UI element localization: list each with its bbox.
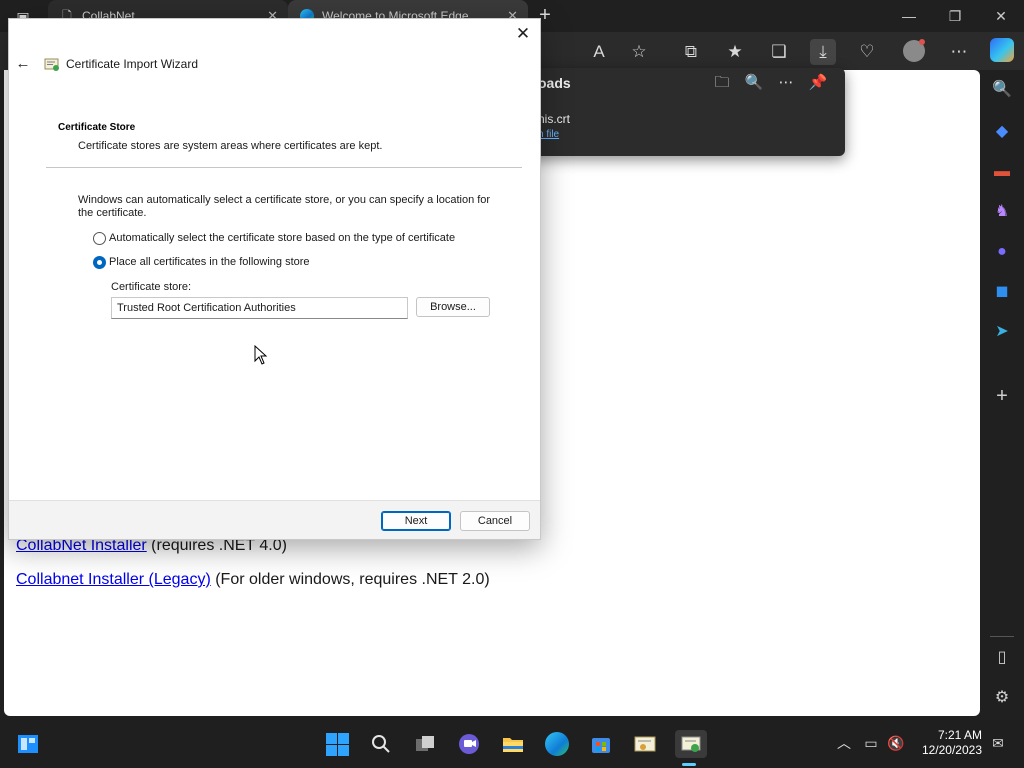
place-in-store-radio[interactable]: [93, 256, 106, 269]
store-description: Windows can automatically select a certi…: [78, 194, 491, 219]
close-window-button[interactable]: ✕: [978, 4, 1024, 28]
shopping-tag-icon[interactable]: ◆: [990, 120, 1014, 144]
active-app-indicator: [682, 763, 696, 766]
store-icon[interactable]: [587, 730, 615, 758]
sidebar-toggle-icon[interactable]: ▯: [990, 646, 1014, 670]
tools-icon[interactable]: ▬: [990, 160, 1014, 184]
open-folder-icon[interactable]: 🗀: [711, 72, 733, 94]
search-icon[interactable]: 🔍: [990, 78, 1014, 102]
task-view-icon[interactable]: [411, 730, 439, 758]
add-icon[interactable]: +: [990, 384, 1014, 408]
edge-icon[interactable]: [543, 730, 571, 758]
split-screen-icon[interactable]: ⧉: [678, 39, 704, 65]
search-downloads-icon[interactable]: 🔍: [743, 72, 765, 94]
collections-icon[interactable]: ❏: [766, 39, 792, 65]
certificate-wizard-icon[interactable]: [675, 730, 707, 758]
wizard-footer: Next Cancel: [9, 500, 540, 539]
search-icon[interactable]: [367, 730, 395, 758]
favorite-star-icon[interactable]: ☆: [626, 39, 652, 65]
page-heading: Certificate Store: [58, 122, 136, 133]
office-icon[interactable]: ●: [990, 240, 1014, 264]
place-in-store-label[interactable]: Place all certificates in the following …: [109, 256, 310, 268]
certificate-store-label: Certificate store:: [111, 281, 192, 293]
send-icon[interactable]: ➤: [990, 320, 1014, 344]
installer-legacy-note: (For older windows, requires .NET 2.0): [210, 571, 490, 588]
chevron-up-icon[interactable]: ︿: [834, 733, 854, 753]
widgets-icon[interactable]: [14, 730, 42, 758]
clock-time: 7:21 AM: [937, 728, 982, 742]
browse-button[interactable]: Browse...: [416, 297, 490, 317]
profile-icon[interactable]: [903, 39, 925, 62]
certificate-store-field[interactable]: Trusted Root Certification Authorities: [111, 297, 408, 319]
certificate-icon: [44, 56, 61, 73]
certificate-icon[interactable]: [631, 730, 659, 758]
outlook-icon[interactable]: ◼: [990, 280, 1014, 304]
clock-date: 12/20/2023: [921, 743, 982, 757]
notification-icon[interactable]: ✉: [988, 733, 1008, 753]
back-arrow-icon[interactable]: ←: [13, 54, 33, 74]
downloads-title: oads: [538, 75, 571, 91]
volume-muted-icon[interactable]: 🔇: [886, 733, 906, 753]
page-subheading: Certificate stores are system areas wher…: [78, 140, 383, 152]
header-divider: [46, 167, 522, 168]
download-file-name: nis.crt: [538, 112, 571, 126]
browser-essentials-icon[interactable]: ♡: [854, 39, 880, 65]
taskbar: ︿ ▭ 🔇 7:21 AM 12/20/2023 ✉: [0, 720, 1024, 768]
collabnet-installer-legacy-link[interactable]: Collabnet Installer (Legacy): [16, 571, 211, 588]
settings-icon[interactable]: ⚙: [990, 686, 1014, 710]
sidebar-divider: [990, 636, 1014, 637]
games-icon[interactable]: ♞: [990, 200, 1014, 224]
wizard-title: Certificate Import Wizard: [66, 57, 199, 71]
installer-legacy-row: Collabnet Installer (Legacy) (For older …: [16, 571, 490, 589]
close-icon[interactable]: ✕: [512, 23, 534, 45]
next-button[interactable]: Next: [381, 511, 451, 531]
pin-icon[interactable]: 📌: [807, 72, 829, 94]
copilot-icon[interactable]: [990, 38, 1014, 62]
chat-icon[interactable]: [455, 730, 483, 758]
start-icon[interactable]: [324, 730, 352, 758]
auto-select-radio[interactable]: [93, 232, 106, 245]
more-options-icon[interactable]: ⋯: [775, 72, 797, 94]
auto-select-label[interactable]: Automatically select the certificate sto…: [109, 232, 455, 244]
favorites-icon[interactable]: ★: [722, 39, 748, 65]
downloads-panel: oads 🗀 🔍 ⋯ 📌 nis.crt n file: [520, 68, 845, 156]
system-clock[interactable]: 7:21 AM 12/20/2023: [912, 728, 982, 758]
cancel-button[interactable]: Cancel: [460, 511, 530, 531]
downloads-icon[interactable]: ⤓: [810, 39, 836, 65]
minimize-button[interactable]: —: [886, 4, 932, 28]
network-icon[interactable]: ▭: [861, 733, 881, 753]
certificate-import-wizard: ✕ ← Certificate Import Wizard Certificat…: [8, 18, 541, 540]
edge-sidebar: 🔍 ◆ ▬ ♞ ● ◼ ➤ + ▯ ⚙: [980, 70, 1024, 716]
file-explorer-icon[interactable]: [499, 730, 527, 758]
read-aloud-icon[interactable]: A: [586, 39, 612, 65]
more-icon[interactable]: ⋯: [946, 39, 972, 65]
restore-button[interactable]: ❐: [932, 4, 978, 28]
mouse-pointer-icon: [254, 344, 268, 365]
open-file-link[interactable]: n file: [538, 129, 559, 140]
